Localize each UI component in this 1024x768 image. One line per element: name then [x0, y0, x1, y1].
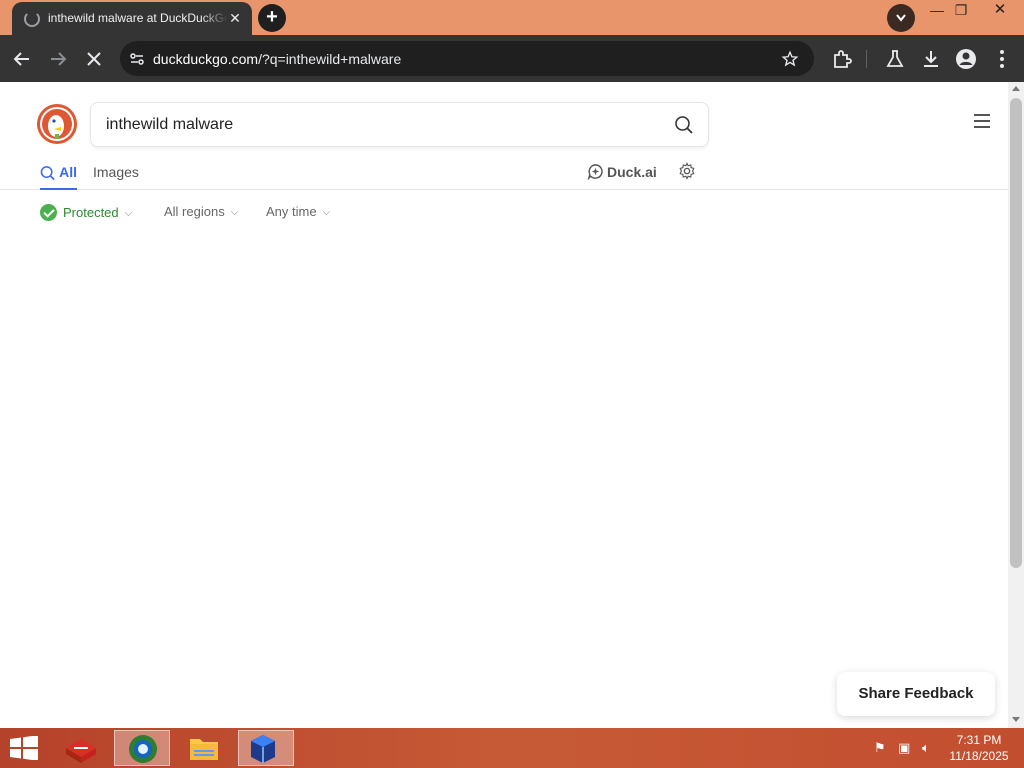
- tab-all-label: All: [59, 164, 77, 180]
- folder-icon: [190, 739, 218, 760]
- restore-button[interactable]: ❐: [944, 0, 978, 22]
- region-label: All regions: [164, 204, 225, 219]
- tab-images[interactable]: Images: [93, 164, 139, 190]
- stop-icon[interactable]: [82, 47, 106, 71]
- taskbar-app-browser[interactable]: [114, 730, 170, 766]
- address-url[interactable]: duckduckgo.com/?q=inthewild+malware: [153, 51, 401, 67]
- scrollbar-thumb[interactable]: [1010, 98, 1022, 568]
- red-package-icon: [66, 739, 96, 763]
- protected-label: Protected: [63, 205, 119, 220]
- tab-close-button[interactable]: ✕: [226, 9, 244, 27]
- browser-toolbar: duckduckgo.com/?q=inthewild+malware: [0, 35, 1024, 82]
- duck-ai-chat-icon: [587, 164, 603, 181]
- window-close-button[interactable]: ✕: [976, 0, 1024, 22]
- profile-icon[interactable]: [954, 47, 978, 71]
- windows-start-icon[interactable]: [10, 736, 38, 760]
- chevron-down-icon: ⌵: [322, 207, 331, 218]
- site-info-icon[interactable]: [129, 51, 145, 67]
- search-box[interactable]: [90, 102, 709, 147]
- result-tabs: All Images Duck.ai: [0, 160, 1008, 190]
- hamburger-menu-icon[interactable]: [974, 114, 990, 128]
- url-host: duckduckgo.com: [153, 51, 259, 67]
- virtualbox-cube-icon: [251, 735, 275, 763]
- forward-icon[interactable]: [46, 47, 70, 71]
- menu-dots-icon[interactable]: [990, 47, 1014, 71]
- search-input[interactable]: [106, 114, 666, 136]
- labs-flask-icon[interactable]: [883, 47, 907, 71]
- bookmark-star-icon[interactable]: [781, 50, 799, 68]
- tab-all[interactable]: All: [40, 164, 77, 190]
- network-icon[interactable]: ▣: [898, 740, 910, 756]
- protected-filter[interactable]: Protected ⌵: [40, 204, 132, 221]
- duck-ai-link[interactable]: Duck.ai: [587, 163, 657, 183]
- loading-spinner-icon: [24, 11, 40, 27]
- extensions-icon[interactable]: [830, 47, 854, 71]
- back-icon[interactable]: [10, 47, 34, 71]
- taskbar-app-virtualbox[interactable]: [238, 730, 294, 766]
- new-tab-button[interactable]: +: [258, 4, 286, 32]
- gear-icon[interactable]: [678, 162, 696, 180]
- volume-muted-icon[interactable]: 🔈︎: [922, 740, 930, 756]
- chevron-down-icon: ⌵: [230, 207, 239, 218]
- system-clock[interactable]: 7:31 PM 11/18/2025: [944, 732, 1014, 764]
- clock-time: 7:31 PM: [956, 733, 1002, 747]
- clock-date: 11/18/2025: [949, 749, 1009, 763]
- action-center-flag-icon[interactable]: ⚑: [874, 740, 886, 756]
- search-icon[interactable]: [674, 115, 694, 135]
- scroll-down-icon[interactable]: [1012, 717, 1020, 722]
- browser-tab[interactable]: inthewild malware at DuckDuckGo ✕: [12, 2, 252, 35]
- address-bar[interactable]: duckduckgo.com/?q=inthewild+malware: [120, 41, 814, 76]
- time-label: Any time: [266, 204, 317, 219]
- time-filter[interactable]: Any time ⌵: [266, 204, 330, 219]
- duck-logo-icon: [40, 107, 74, 141]
- duckduckgo-logo[interactable]: [37, 104, 77, 144]
- taskbar-app-explorer[interactable]: [176, 730, 232, 766]
- search-results-page: All Images Duck.ai Protected ⌵ All region…: [0, 82, 1008, 728]
- windows-taskbar: ⚑ ▣ 🔈︎ 7:31 PM 11/18/2025: [0, 728, 1024, 768]
- chevron-down-icon: ⌵: [124, 208, 133, 219]
- browser-app-icon: [129, 735, 157, 763]
- chevron-down-icon: [896, 14, 906, 22]
- search-small-icon: [40, 166, 55, 181]
- taskbar-app-toolbox[interactable]: [54, 730, 110, 766]
- share-feedback-button[interactable]: Share Feedback: [837, 672, 995, 716]
- duck-ai-label: Duck.ai: [607, 164, 657, 180]
- page-scrollbar[interactable]: [1008, 82, 1024, 728]
- toolbar-separator: [866, 50, 867, 68]
- region-filter[interactable]: All regions ⌵: [164, 204, 238, 219]
- url-path: /?q=inthewild+malware: [258, 51, 402, 67]
- tab-search-button[interactable]: [887, 4, 915, 32]
- tab-title: inthewild malware at DuckDuckGo: [48, 11, 228, 25]
- check-circle-icon: [40, 204, 57, 221]
- browser-tabstrip: inthewild malware at DuckDuckGo ✕ + — ❐ …: [0, 0, 1024, 35]
- scroll-up-icon[interactable]: [1012, 86, 1020, 91]
- download-icon[interactable]: [919, 47, 943, 71]
